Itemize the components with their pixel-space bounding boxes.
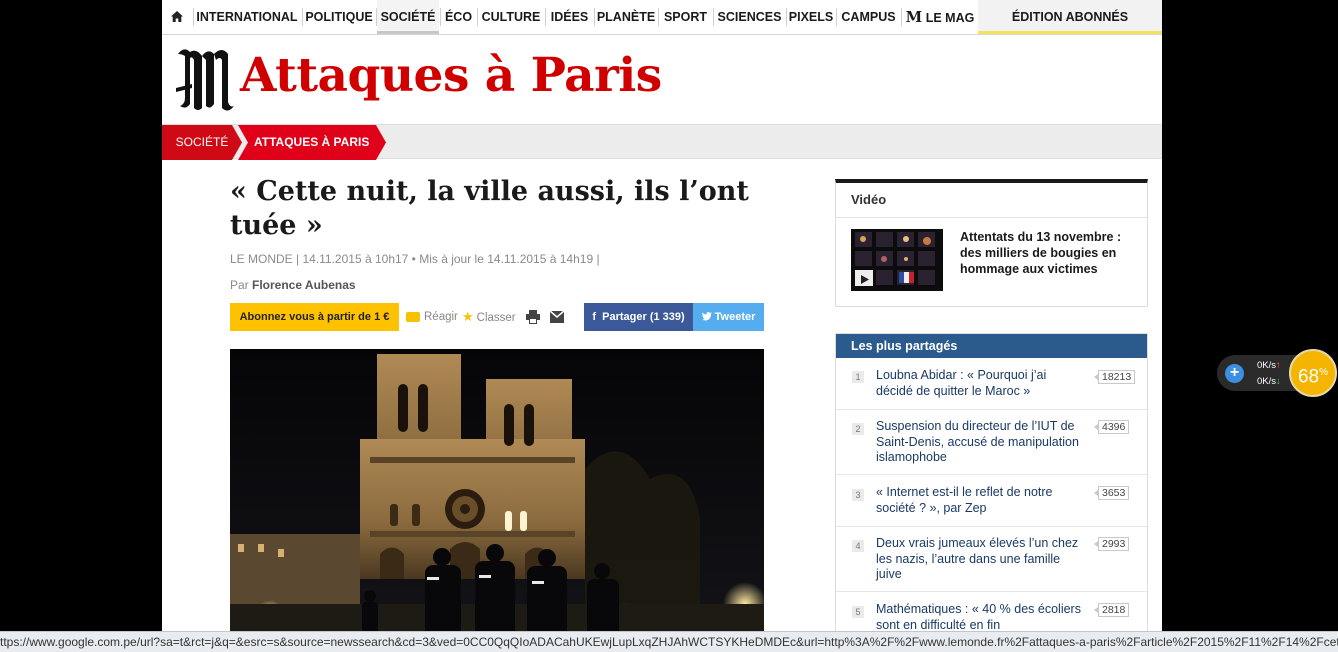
react-button[interactable]: Réagir xyxy=(406,303,458,331)
network-speed-widget[interactable]: + 0K/s↑ 0K/s↓ 68% xyxy=(1217,349,1338,397)
article-headline: « Cette nuit, la ville aussi, ils l’ont … xyxy=(230,176,749,241)
nav-item-international[interactable]: INTERNATIONAL xyxy=(195,0,299,34)
le-monde-mark-icon: M xyxy=(905,8,923,26)
list-item[interactable]: 2 Suspension du directeur de l’IUT de Sa… xyxy=(836,410,1147,475)
facebook-share-button[interactable]: f Partager (1 339) xyxy=(584,303,693,331)
rank-badge: 3 xyxy=(852,489,864,501)
list-item[interactable]: 1 Loubna Abidar : « Pourquoi j’ai décidé… xyxy=(836,358,1147,410)
article-meta: LE MONDE | 14.11.2015 à 10h17 • Mis à jo… xyxy=(230,252,600,266)
plus-icon[interactable]: + xyxy=(1225,364,1244,383)
tweet-label: Tweeter xyxy=(714,311,756,323)
rank-badge: 4 xyxy=(852,540,864,552)
nav-le-mag-label: LE MAG xyxy=(925,11,975,25)
list-item-title[interactable]: Suspension du directeur de l’IUT de Sain… xyxy=(876,419,1086,466)
video-label: Vidéo xyxy=(851,192,887,207)
share-count: 2993 xyxy=(1093,537,1130,551)
list-item-title[interactable]: Deux vrais jumeaux élevés l’un chez les … xyxy=(876,536,1086,583)
nav-item-pixels[interactable]: PIXELS xyxy=(787,0,835,34)
rank-badge: 1 xyxy=(852,371,864,383)
list-item-title[interactable]: « Internet est-il le reflet de notre soc… xyxy=(876,485,1086,516)
download-speed: 0K/s↓ xyxy=(1257,376,1281,387)
top-navigation: INTERNATIONAL POLITIQUE SOCIÉTÉ ÉCO CULT… xyxy=(162,0,1162,35)
upload-speed: 0K/s↑ xyxy=(1257,360,1281,371)
breadcrumb-societe[interactable]: SOCIÉTÉ xyxy=(162,125,242,160)
arrow-down-icon: ↓ xyxy=(1276,376,1281,387)
nav-item-sciences[interactable]: SCIENCES xyxy=(714,0,785,34)
nav-item-sport[interactable]: SPORT xyxy=(659,0,712,34)
share-count: 18213 xyxy=(1093,370,1136,384)
article-byline: Par Florence Aubenas xyxy=(230,278,356,292)
share-count: 4396 xyxy=(1093,420,1130,434)
byline-prefix: Par xyxy=(230,278,253,292)
tweet-button[interactable]: Tweeter xyxy=(693,303,764,331)
save-label: Classer xyxy=(476,312,516,324)
list-item-title[interactable]: Mathématiques : « 40 % des écoliers sont… xyxy=(876,602,1086,633)
masthead: Attaques à Paris xyxy=(162,36,1162,124)
list-item-title[interactable]: Loubna Abidar : « Pourquoi j’ai décidé d… xyxy=(876,368,1086,399)
le-monde-logo-icon[interactable] xyxy=(174,42,234,116)
share-label: Partager (1 339) xyxy=(602,311,685,323)
print-icon[interactable] xyxy=(526,310,540,324)
nav-home-button[interactable] xyxy=(162,0,192,34)
home-icon xyxy=(171,11,183,22)
video-title[interactable]: Attentats du 13 novembre : des milliers … xyxy=(960,229,1140,277)
nav-item-planete[interactable]: PLANÈTE xyxy=(595,0,657,34)
star-icon: ★ xyxy=(462,309,474,324)
react-label: Réagir xyxy=(424,311,458,323)
nav-item-politique[interactable]: POLITIQUE xyxy=(304,0,374,34)
nav-item-societe[interactable]: SOCIÉTÉ xyxy=(377,0,439,34)
most-shared-header: Les plus partagés xyxy=(836,334,1147,358)
share-count: 3653 xyxy=(1093,486,1130,500)
gauge-unit: % xyxy=(1319,367,1329,378)
breadcrumb-attaques-a-paris[interactable]: ATTAQUES À PARIS xyxy=(238,125,386,160)
memory-gauge[interactable]: 68% xyxy=(1289,349,1337,397)
nav-item-eco[interactable]: ÉCO xyxy=(441,0,476,34)
subscribe-button[interactable]: Abonnez vous à partir de 1 € xyxy=(230,303,399,331)
upload-speed-value: 0K/s xyxy=(1257,360,1277,371)
gauge-value: 68 xyxy=(1297,366,1320,388)
rank-badge: 2 xyxy=(852,423,864,435)
section-title[interactable]: Attaques à Paris xyxy=(240,48,662,103)
rank-badge: 5 xyxy=(852,606,864,618)
video-widget: Vidéo Attentats du 13 novembre : des mil… xyxy=(835,179,1148,307)
article-actions: Abonnez vous à partir de 1 € Réagir ★ Cla… xyxy=(230,303,764,331)
download-speed-value: 0K/s xyxy=(1257,376,1277,387)
most-shared-widget: Les plus partagés 1 Loubna Abidar : « Po… xyxy=(835,333,1148,652)
status-bar-url: ttps://www.google.com.pe/url?sa=t&rct=j&… xyxy=(0,631,1338,652)
nav-item-campus[interactable]: CAMPUS xyxy=(837,0,900,34)
twitter-bird-icon xyxy=(701,312,712,321)
nav-item-culture[interactable]: CULTURE xyxy=(478,0,544,34)
comment-icon xyxy=(406,311,420,322)
list-item[interactable]: 4 Deux vrais jumeaux élevés l’un chez le… xyxy=(836,527,1147,592)
nav-item-idees[interactable]: IDÉES xyxy=(546,0,593,34)
page: INTERNATIONAL POLITIQUE SOCIÉTÉ ÉCO CULT… xyxy=(162,0,1162,652)
arrow-up-icon: ↑ xyxy=(1276,360,1281,371)
divider xyxy=(836,217,1147,218)
article-photo[interactable] xyxy=(230,349,764,639)
nav-edition-abonnes[interactable]: ÉDITION ABONNÉS xyxy=(978,0,1162,34)
share-count: 2818 xyxy=(1093,603,1130,617)
play-icon[interactable] xyxy=(859,274,870,285)
author-name[interactable]: Florence Aubenas xyxy=(252,278,356,292)
breadcrumb: ATTAQUES À PARIS SOCIÉTÉ xyxy=(162,124,1162,160)
facebook-icon: f xyxy=(592,311,596,323)
nav-item-le-mag[interactable]: M LE MAG xyxy=(904,0,976,34)
email-icon[interactable] xyxy=(550,311,564,323)
save-button[interactable]: ★ Classer xyxy=(462,303,516,331)
list-item[interactable]: 3 « Internet est-il le reflet de notre s… xyxy=(836,475,1147,527)
